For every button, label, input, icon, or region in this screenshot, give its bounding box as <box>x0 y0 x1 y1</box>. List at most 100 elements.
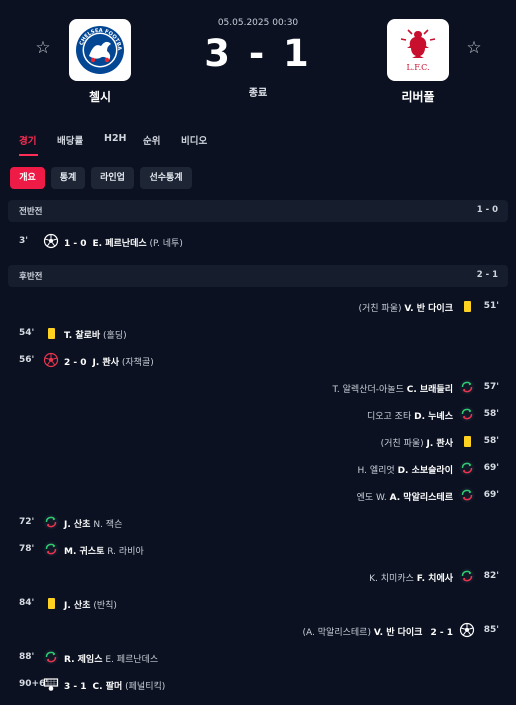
event-player[interactable]: J. 산초 <box>64 601 90 611</box>
timeline-event[interactable]: 85' (A. 막알리스테르) V. 반 다이크 2 - 1 <box>0 620 516 642</box>
event-note: 디오고 조타 <box>366 412 412 422</box>
period-score: 1 - 0 <box>476 205 498 215</box>
timeline-event[interactable]: 90+6' 3 - 1 C. 팔머 (페널티킥) <box>0 674 516 696</box>
event-note: (홀딩) <box>103 331 127 341</box>
event-note: (자책골) <box>121 358 154 368</box>
event-player[interactable]: J. 콴사 <box>93 358 119 368</box>
event-minute: 54' <box>19 328 35 338</box>
period-score: 2 - 1 <box>476 270 498 280</box>
subtab-player-stats[interactable]: 선수통계 <box>140 167 192 189</box>
timeline-event[interactable]: 69' 엔도 W. A. 막알리스테르 <box>0 485 516 507</box>
subtab-stats[interactable]: 통계 <box>51 167 85 189</box>
timeline-event[interactable]: 82' K. 치미카스 F. 치에사 <box>0 566 516 588</box>
substitution-icon <box>42 540 60 558</box>
substitution-icon <box>458 486 476 504</box>
favorite-star-icon-away[interactable]: ☆ <box>464 38 484 58</box>
goal-glyph <box>43 233 59 249</box>
event-detail: M. 귀스토 R. 라비아 <box>64 544 144 557</box>
penalty-goal-glyph <box>43 678 59 691</box>
period-name: 전반전 <box>19 207 43 217</box>
subtab-summary[interactable]: 개요 <box>10 167 45 189</box>
subtab-lineups[interactable]: 라인업 <box>91 167 134 189</box>
tab-standings[interactable]: 순위 <box>143 133 160 147</box>
tab-odds[interactable]: 배당률 <box>57 133 83 147</box>
event-player[interactable]: F. 치에사 <box>417 574 453 584</box>
timeline-event[interactable]: 51' (거친 파울) V. 반 다이크 <box>0 296 516 318</box>
event-note: E. 페르난데스 <box>105 655 159 665</box>
timeline-event[interactable]: 57' T. 알렉산더-아놀드 C. 브래들리 <box>0 377 516 399</box>
timeline-event[interactable]: 58' (거친 파울) J. 콴사 <box>0 431 516 453</box>
event-player[interactable]: J. 산초 <box>64 520 90 530</box>
penalty-goal-icon <box>42 675 60 693</box>
event-player[interactable]: A. 막알리스테르 <box>390 493 453 503</box>
timeline-event[interactable]: 72' J. 산초 N. 잭슨 <box>0 512 516 534</box>
event-minute: 88' <box>19 652 35 662</box>
event-note: (페널티킥) <box>125 682 166 692</box>
period-header: 전반전 1 - 0 <box>8 200 508 222</box>
away-team-name[interactable]: 리버풀 <box>363 88 473 105</box>
event-minute: 82' <box>483 571 499 581</box>
home-team-crest[interactable]: CHELSEA FOOTBALL CLUB <box>69 19 131 81</box>
timeline-event[interactable]: 78' M. 귀스토 R. 라비아 <box>0 539 516 561</box>
away-team-crest[interactable]: L.F.C. <box>387 19 449 81</box>
event-player[interactable]: C. 브래들리 <box>407 385 453 395</box>
favorite-star-icon-home[interactable]: ☆ <box>33 38 53 58</box>
yellow-card-shape <box>463 435 471 447</box>
event-note: H. 엘리엇 <box>357 466 395 476</box>
home-team-name[interactable]: 첼시 <box>45 88 155 105</box>
event-player[interactable]: D. 소보슬라이 <box>398 466 453 476</box>
event-detail: J. 산초 N. 잭슨 <box>64 517 122 530</box>
substitution-icon <box>458 459 476 477</box>
tab-h2h[interactable]: H2H <box>104 133 127 144</box>
event-note: N. 잭슨 <box>93 520 123 530</box>
event-player[interactable]: T. 찰로바 <box>64 331 100 341</box>
event-note: (반칙) <box>93 601 117 611</box>
event-minute: 78' <box>19 544 35 554</box>
event-player[interactable]: J. 콴사 <box>427 439 453 449</box>
event-player[interactable]: V. 반 다이크 <box>374 628 423 638</box>
event-note: 엔도 W. <box>356 493 387 503</box>
sub-tabs: 개요 통계 라인업 선수통계 <box>0 167 516 191</box>
event-player[interactable]: C. 팔머 <box>93 682 123 692</box>
tab-video[interactable]: 비디오 <box>181 133 207 147</box>
event-detail: T. 알렉산더-아놀드 C. 브래들리 <box>332 382 453 395</box>
timeline-event[interactable]: 88' R. 제임스 E. 페르난데스 <box>0 647 516 669</box>
event-score: 2 - 0 <box>64 358 87 368</box>
substitution-glyph <box>459 487 475 503</box>
event-detail: K. 치미카스 F. 치에사 <box>369 571 453 584</box>
match-date: 05.05.2025 00:30 <box>217 18 299 28</box>
event-detail: (거친 파울) J. 콴사 <box>381 436 453 449</box>
timeline-event[interactable]: 54' T. 찰로바 (홀딩) <box>0 323 516 345</box>
timeline-event[interactable]: 84' J. 산초 (반칙) <box>0 593 516 615</box>
substitution-glyph <box>459 379 475 395</box>
liverpool-crest-icon: L.F.C. <box>400 29 436 72</box>
timeline-event[interactable]: 56' 2 - 0 J. 콴사 (자책골) <box>0 350 516 372</box>
event-detail: 디오고 조타 D. 누녜스 <box>367 409 453 422</box>
event-player[interactable]: D. 누녜스 <box>414 412 453 422</box>
timeline-event[interactable]: 58' 디오고 조타 D. 누녜스 <box>0 404 516 426</box>
yellow-card-shape <box>47 327 55 339</box>
event-player[interactable]: M. 귀스토 <box>64 547 104 557</box>
event-player[interactable]: E. 페르난데스 <box>93 239 147 249</box>
event-minute: 84' <box>19 598 35 608</box>
event-minute: 57' <box>483 382 499 392</box>
timeline-event[interactable]: 3' 1 - 0 E. 페르난데스 (P. 네투) <box>0 231 516 253</box>
timeline-event[interactable]: 69' H. 엘리엇 D. 소보슬라이 <box>0 458 516 480</box>
event-minute: 69' <box>483 490 499 500</box>
event-player[interactable]: V. 반 다이크 <box>404 304 453 314</box>
event-note: K. 치미카스 <box>369 574 414 584</box>
event-note: (거친 파울) <box>380 439 424 449</box>
tab-match[interactable]: 경기 <box>19 133 36 147</box>
substitution-glyph <box>459 568 475 584</box>
event-note: R. 라비아 <box>107 547 144 557</box>
event-detail: H. 엘리엇 D. 소보슬라이 <box>358 463 453 476</box>
event-detail: (거친 파울) V. 반 다이크 <box>358 301 453 314</box>
yellow-card-shape <box>47 597 55 609</box>
event-minute: 58' <box>483 436 499 446</box>
substitution-icon <box>42 513 60 531</box>
yellow-card-icon <box>42 324 60 342</box>
yellow-card-icon <box>42 594 60 612</box>
substitution-icon <box>458 567 476 585</box>
event-detail: 2 - 0 J. 콴사 (자책골) <box>64 355 154 368</box>
event-player[interactable]: R. 제임스 <box>64 655 103 665</box>
